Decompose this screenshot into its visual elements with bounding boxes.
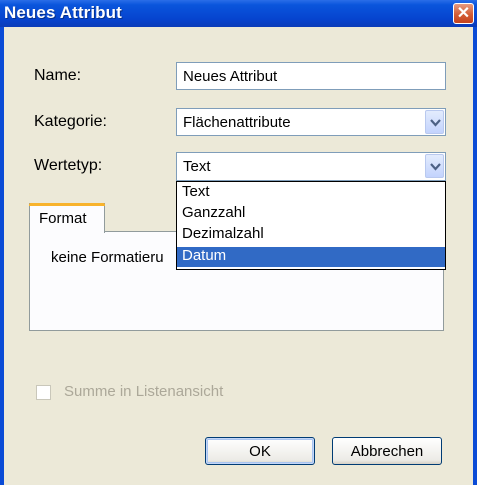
chevron-down-icon xyxy=(430,163,441,171)
format-description: keine Formatieru xyxy=(51,249,164,266)
cancel-button[interactable]: Abbrechen xyxy=(332,437,442,465)
option-text[interactable]: Text xyxy=(177,183,445,203)
chevron-down-icon xyxy=(430,119,441,127)
kategorie-dropdown[interactable]: Flächenattribute xyxy=(176,108,446,136)
kategorie-dropdown-button[interactable] xyxy=(425,110,444,134)
option-datum[interactable]: Datum xyxy=(177,247,445,267)
summe-checkbox[interactable] xyxy=(36,385,51,400)
window-border-right xyxy=(473,27,477,485)
title-bar: Neues Attribut ✕ xyxy=(0,0,477,27)
wertetyp-dropdown[interactable]: Text xyxy=(176,152,446,181)
ok-button[interactable]: OK xyxy=(205,437,315,465)
window-title: Neues Attribut xyxy=(4,3,122,22)
option-dezimalzahl[interactable]: Dezimalzahl xyxy=(177,225,445,245)
tab-active-indicator xyxy=(29,203,105,206)
wertetyp-options-list: Text Ganzzahl Dezimalzahl Datum xyxy=(176,181,446,270)
name-value: Neues Attribut xyxy=(183,68,278,85)
tab-format[interactable]: Format xyxy=(29,203,105,233)
close-button[interactable]: ✕ xyxy=(453,3,474,24)
option-ganzzahl[interactable]: Ganzzahl xyxy=(177,204,445,224)
tab-format-label: Format xyxy=(39,210,87,227)
wertetyp-label: Wertetyp: xyxy=(34,157,103,174)
wertetyp-dropdown-button[interactable] xyxy=(425,154,444,178)
summe-checkbox-label: Summe in Listenansicht xyxy=(64,383,224,400)
kategorie-value: Flächenattribute xyxy=(183,114,291,131)
name-field[interactable]: Neues Attribut xyxy=(176,62,446,90)
name-label: Name: xyxy=(34,67,82,84)
close-icon: ✕ xyxy=(456,5,471,22)
kategorie-label: Kategorie: xyxy=(34,113,107,130)
wertetyp-value: Text xyxy=(183,158,211,175)
